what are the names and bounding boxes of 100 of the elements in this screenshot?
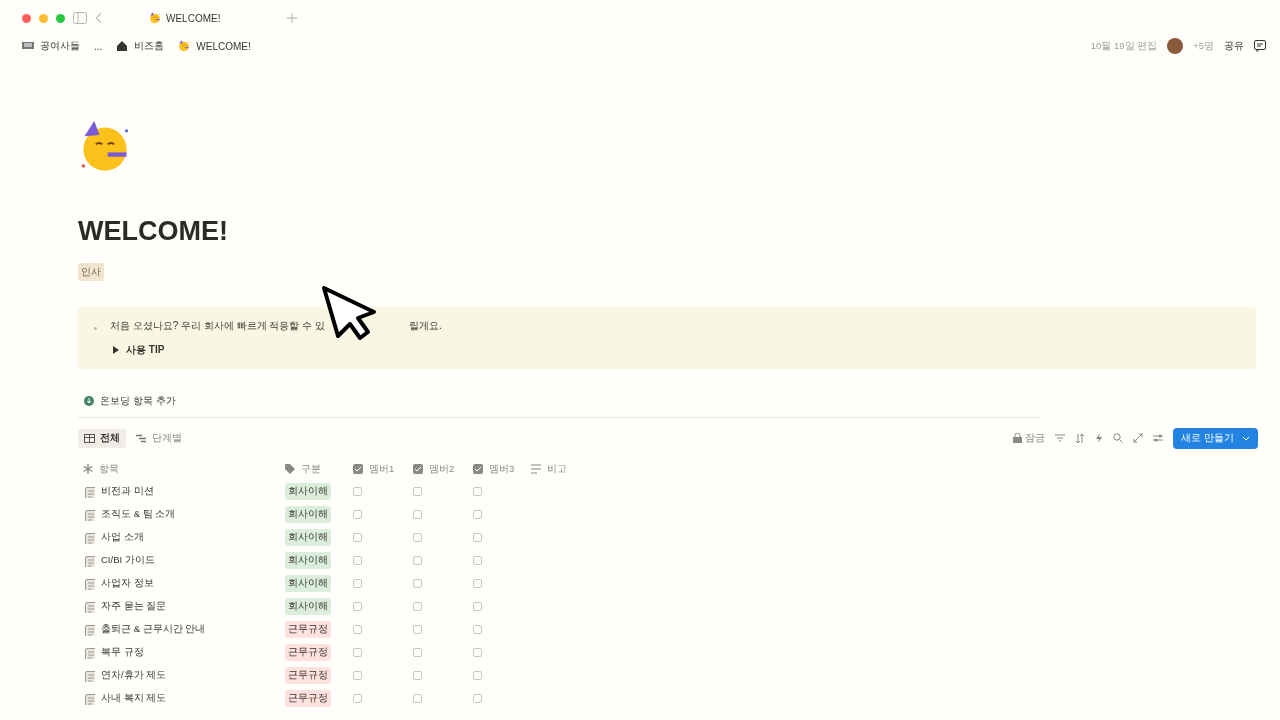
expand-icon[interactable] [1133,433,1144,443]
back-icon[interactable] [95,12,103,24]
search-icon[interactable] [1113,433,1124,443]
checkbox[interactable] [413,671,422,680]
tag-icon [285,464,295,474]
checkbox[interactable] [353,487,362,496]
checkbox[interactable] [413,533,422,542]
checkbox[interactable] [473,694,482,703]
column-header[interactable]: 멤버3 [468,458,526,480]
checkbox[interactable] [413,487,422,496]
add-item-button[interactable]: 온보딩 항목 추가 [78,391,182,411]
checkbox-icon [353,464,363,474]
checkbox[interactable] [353,671,362,680]
checkbox-icon [473,464,483,474]
row-title[interactable]: CI/BI 가이드 [101,554,155,567]
checkbox[interactable] [353,694,362,703]
checkbox[interactable] [353,648,362,657]
checkbox[interactable] [413,648,422,657]
share-button[interactable]: 공유 [1224,39,1244,53]
checkbox[interactable] [353,579,362,588]
page-icon [83,692,95,705]
checkbox[interactable] [353,625,362,634]
row-title[interactable]: 연차/휴가 제도 [101,669,167,682]
category-tag: 근무규정 [285,621,331,638]
party-face-icon [149,12,161,24]
column-header[interactable]: 구분 [280,458,348,480]
party-face-icon [178,40,191,52]
page-icon [83,554,95,567]
avatar[interactable] [1167,38,1184,54]
house-icon [116,40,129,52]
page-icon [83,531,95,544]
row-title[interactable]: 자주 묻는 질문 [101,600,167,613]
row-title[interactable]: 비전과 미션 [101,485,154,498]
category-tag: 근무규정 [285,644,331,661]
category-tag: 회사이해 [285,506,331,523]
page-icon [83,577,95,590]
sidebar-icon[interactable] [73,12,87,24]
checkbox[interactable] [413,579,422,588]
category-tag: 근무규정 [285,690,331,707]
column-header[interactable]: 항목 [78,458,280,480]
comment-icon[interactable] [1254,40,1266,52]
page-icon [83,669,95,682]
checkbox[interactable] [353,510,362,519]
checkbox[interactable] [473,487,482,496]
row-title[interactable]: 사업자 정보 [101,577,154,590]
checkbox[interactable] [413,510,422,519]
new-button[interactable]: 새로 만들기 [1173,427,1258,449]
row-title[interactable]: 복무 규정 [101,646,144,659]
checkbox[interactable] [413,625,422,634]
checkbox[interactable] [473,671,482,680]
row-title[interactable]: 사업 소개 [101,531,144,544]
checkbox[interactable] [473,579,482,588]
checkbox[interactable] [413,694,422,703]
view-tab[interactable]: 단계별 [130,428,188,448]
plus-icon[interactable] [287,13,297,23]
triangle-icon [112,346,120,354]
breadcrumb-link[interactable]: ... [94,40,103,52]
category-tag: 회사이해 [285,575,331,592]
toggle-block[interactable]: 사용 TIP [112,343,1240,357]
folder-icon [22,40,34,52]
filter-icon[interactable] [1055,434,1066,442]
checkbox[interactable] [473,510,482,519]
checkbox[interactable] [473,556,482,565]
column-header[interactable]: 비고 [526,458,606,480]
checkbox[interactable] [353,533,362,542]
page-icon [83,623,95,636]
checkbox[interactable] [473,625,482,634]
breadcrumb-link[interactable]: 비즈홈 [116,39,165,53]
checkbox[interactable] [413,556,422,565]
lines-icon [531,464,541,474]
lightning-icon[interactable] [1095,433,1104,443]
row-title[interactable]: 조직도 & 팀 소개 [101,508,176,521]
caret-icon [1242,435,1250,441]
page-icon [83,508,95,521]
lock-button[interactable]: 잠금 [1013,431,1046,445]
checkbox-icon [413,464,423,474]
checkbox[interactable] [473,533,482,542]
board-icon [136,433,147,443]
checkbox[interactable] [353,556,362,565]
settings-icon[interactable] [1153,434,1164,442]
column-header[interactable]: 멤버1 [348,458,408,480]
checkbox[interactable] [353,602,362,611]
callout-text: 처음 오셨나요? 우리 회사에 빠르게 적응할 수 있 [110,319,325,333]
checkbox[interactable] [473,602,482,611]
breadcrumb-link[interactable]: 공여사들 [22,39,80,53]
browser-tab[interactable]: WELCOME! [149,12,279,24]
checkbox[interactable] [473,648,482,657]
sort-icon[interactable] [1075,433,1086,443]
edited-date: 10월 19일 편집 [1090,39,1158,53]
row-title[interactable]: 사내 복지 제도 [101,692,167,705]
checkbox[interactable] [413,602,422,611]
row-title[interactable]: 출퇴근 & 근무시간 안내 [101,623,206,636]
category-tag: 회사이해 [285,552,331,569]
page-icon [83,600,95,613]
column-header[interactable]: 멤버2 [408,458,468,480]
breadcrumb-link[interactable]: WELCOME! [178,40,251,52]
view-tab[interactable]: 전체 [78,428,126,448]
table-icon [84,433,95,443]
category-tag: 회사이해 [285,598,331,615]
category-tag: 근무규정 [285,667,331,684]
